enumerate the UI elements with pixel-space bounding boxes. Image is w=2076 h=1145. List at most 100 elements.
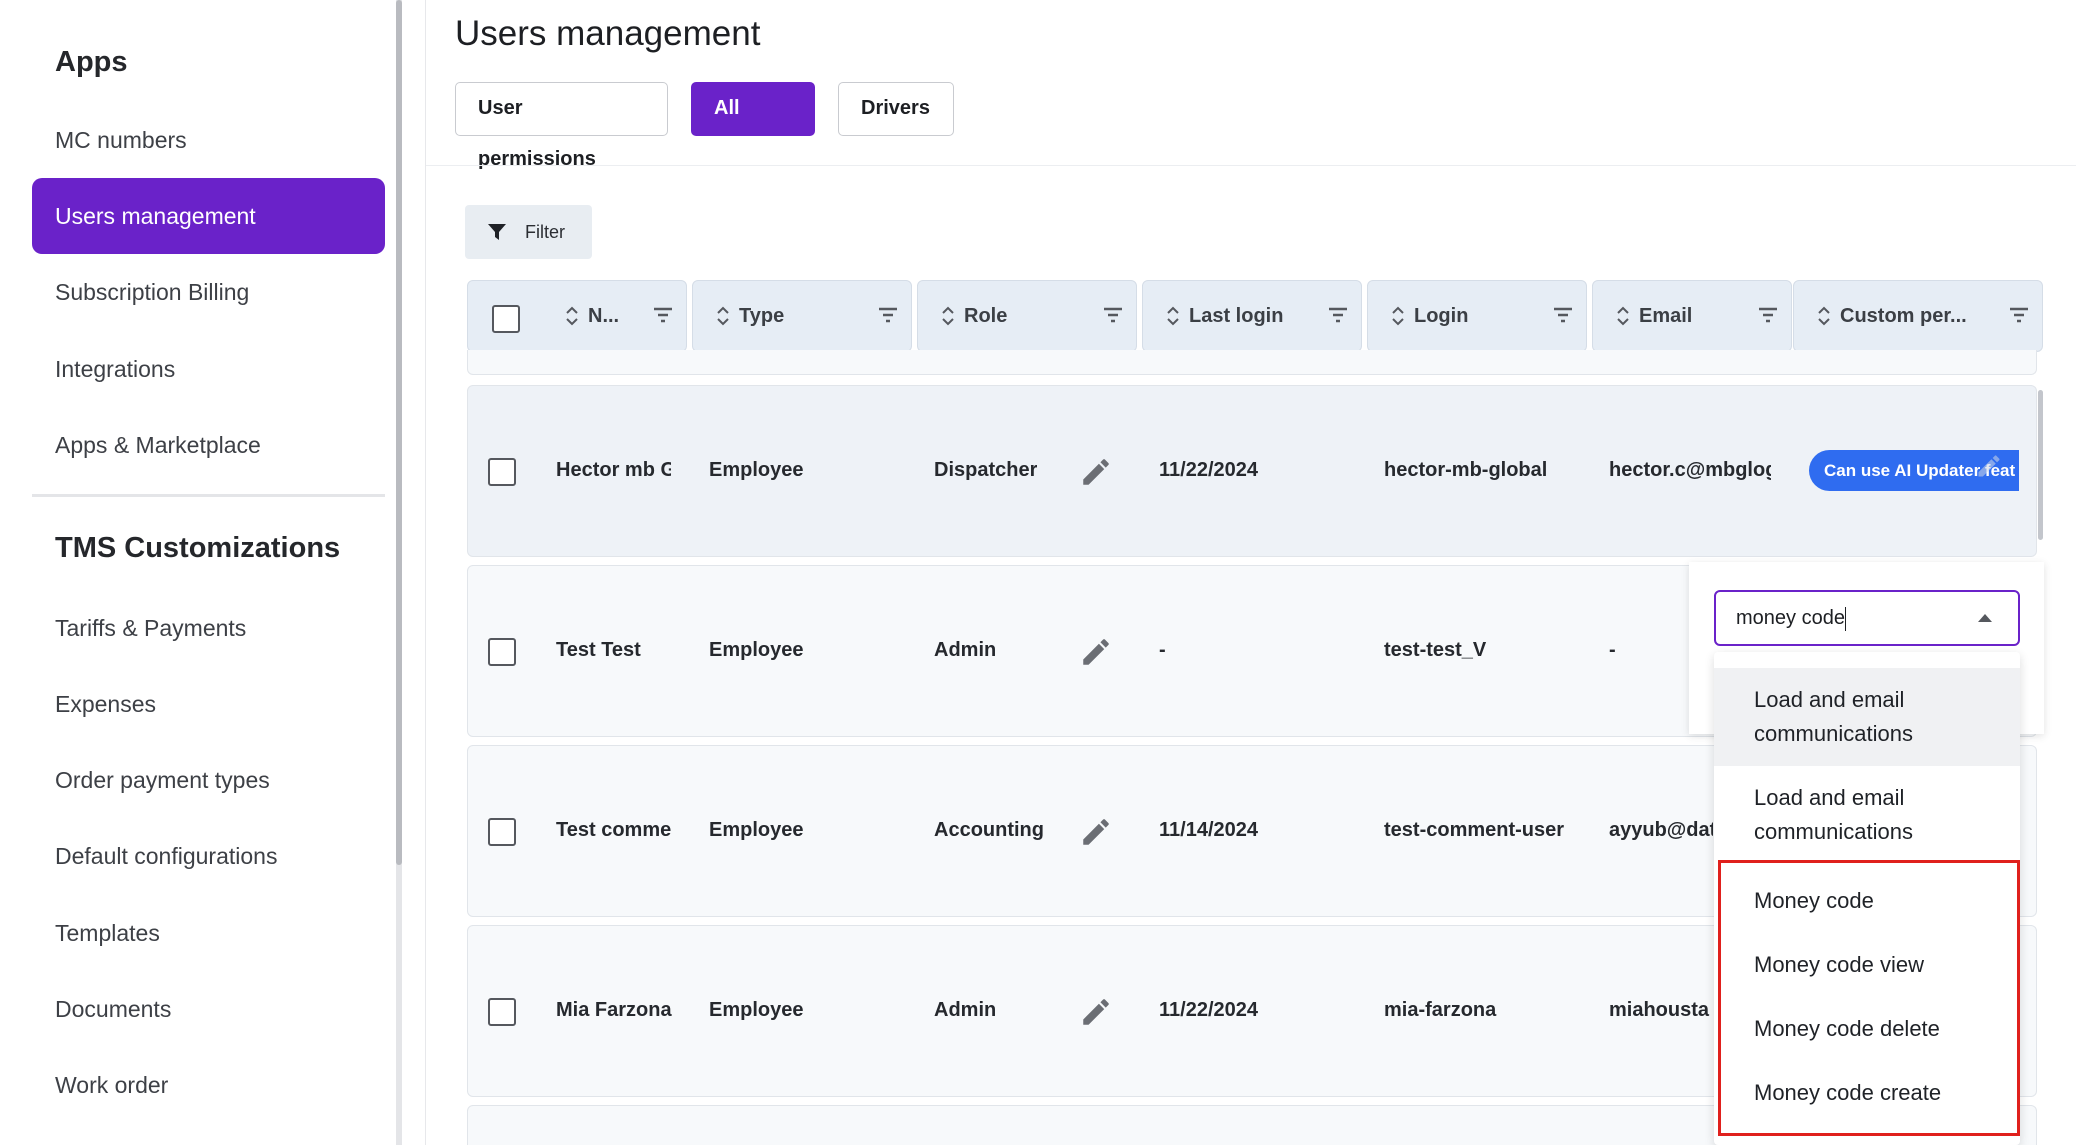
row-checkbox[interactable] (488, 458, 516, 486)
apps-heading: Apps (55, 46, 128, 78)
cell-role: Admin (934, 999, 997, 1021)
cell-role: Accounting (934, 819, 1044, 841)
sidebar-item-mc-numbers[interactable]: MC numbers (32, 102, 385, 178)
cell-type: Employee (709, 639, 804, 661)
cell-email: ayyub@dat (1609, 819, 1713, 841)
sidebar-item-subscription-billing[interactable]: Subscription Billing (32, 254, 385, 330)
cell-role: Admin (934, 639, 997, 661)
tms-customizations-heading: TMS Customizations (55, 532, 341, 564)
row-checkbox[interactable] (488, 638, 516, 666)
tab-all-users[interactable]: All users (691, 82, 815, 170)
column-header-role[interactable]: Role (917, 280, 1137, 352)
option-load-email-communications[interactable]: Load and email communications (1714, 766, 2020, 864)
funnel-icon (488, 224, 506, 240)
sidebar-item-expenses[interactable]: Expenses (32, 666, 385, 742)
sort-icon[interactable] (1165, 303, 1181, 329)
cell-email: - (1609, 639, 1616, 661)
filter-lines-icon[interactable] (1102, 305, 1124, 325)
edit-pencil-icon[interactable] (1079, 995, 1113, 1029)
edit-pencil-icon[interactable] (1975, 452, 2003, 480)
filter-lines-icon[interactable] (877, 305, 899, 325)
option-label: communications (1754, 721, 1913, 746)
sidebar-item-work-order[interactable]: Work order (32, 1047, 385, 1123)
sidebar-item-order-payment-types[interactable]: Order payment types (32, 742, 385, 818)
option-label: communications (1754, 819, 1913, 844)
edit-pencil-icon[interactable] (1079, 635, 1113, 669)
cell-last-login: 11/22/2024 (1159, 459, 1258, 481)
cell-last-login: 11/14/2024 (1159, 819, 1258, 841)
sort-icon[interactable] (940, 303, 956, 329)
sort-icon[interactable] (1615, 303, 1631, 329)
tab-user-permissions[interactable]: User permissions (455, 82, 668, 170)
cell-last-login: 11/22/2024 (1159, 999, 1258, 1021)
sidebar-item-apps-marketplace[interactable]: Apps & Marketplace (32, 407, 385, 483)
table-scrollbar[interactable] (2038, 390, 2043, 540)
cell-login: test-comment-user (1384, 819, 1565, 841)
column-header-name[interactable]: N... (467, 280, 687, 352)
cell-name: Hector mb G (556, 459, 671, 481)
sidebar-item-users-management[interactable]: Users management (32, 178, 385, 254)
filter-lines-icon[interactable] (1327, 305, 1349, 325)
sidebar-item-templates[interactable]: Templates (32, 895, 385, 971)
cell-role: Dispatcher (934, 459, 1038, 481)
column-header-label: Role (964, 305, 1008, 327)
row-checkbox[interactable] (488, 818, 516, 846)
column-header-label: N... (588, 305, 620, 327)
table-row-partial (467, 350, 2037, 375)
column-header-label: Last login (1189, 305, 1284, 327)
cell-name: Mia Farzona (556, 999, 672, 1021)
sort-icon[interactable] (1816, 303, 1832, 329)
page-title: Users management (455, 14, 761, 53)
option-label: Load and email (1754, 785, 1905, 810)
cell-name: Test comme (556, 819, 672, 841)
column-header-email[interactable]: Email (1592, 280, 1792, 352)
cell-type: Employee (709, 459, 804, 481)
column-header-type[interactable]: Type (692, 280, 912, 352)
column-header-label: Custom per... (1840, 305, 1967, 327)
filter-lines-icon[interactable] (2008, 305, 2030, 325)
filter-button[interactable]: Filter (465, 205, 592, 259)
sidebar-item-documents[interactable]: Documents (32, 971, 385, 1047)
sidebar-item-integrations[interactable]: Integrations (32, 331, 385, 407)
sidebar-scrollbar-thumb[interactable] (396, 0, 402, 865)
edit-pencil-icon[interactable] (1079, 455, 1113, 489)
sidebar-item-tariffs-payments[interactable]: Tariffs & Payments (32, 590, 385, 666)
column-header-label: Login (1414, 305, 1469, 327)
column-header-custom-permissions[interactable]: Custom per... (1793, 280, 2043, 352)
column-header-label: Type (739, 305, 785, 327)
option-load-email-communications[interactable]: Load and email communications (1714, 668, 2020, 766)
annotation-highlight-box (1718, 860, 2020, 1136)
sidebar-border (425, 0, 426, 1145)
sidebar: Apps MC numbers Users management Subscri… (0, 0, 410, 1145)
sort-icon[interactable] (1390, 303, 1406, 329)
sidebar-item-default-configurations[interactable]: Default configurations (32, 818, 385, 894)
cell-email: miahousta (1609, 999, 1710, 1021)
column-header-last-login[interactable]: Last login (1142, 280, 1362, 352)
column-header-login[interactable]: Login (1367, 280, 1587, 352)
option-label: Load and email (1754, 687, 1905, 712)
sort-icon[interactable] (564, 303, 580, 329)
filter-button-label: Filter (525, 222, 565, 242)
filter-lines-icon[interactable] (1757, 305, 1779, 325)
filter-lines-icon[interactable] (1552, 305, 1574, 325)
edit-pencil-icon[interactable] (1079, 815, 1113, 849)
permission-search-value: money code (1736, 607, 1845, 629)
column-header-label: Email (1639, 305, 1693, 327)
cell-email: hector.c@mbglog (1609, 459, 1771, 481)
tab-drivers[interactable]: Drivers (838, 82, 954, 136)
permission-search-input[interactable]: money code (1714, 590, 2020, 646)
cell-type: Employee (709, 819, 804, 841)
caret-up-icon[interactable] (1978, 614, 1992, 622)
text-cursor (1844, 606, 1847, 631)
cell-name: Test Test (556, 639, 641, 661)
cell-login: test-test_V (1384, 639, 1487, 661)
sort-icon[interactable] (715, 303, 731, 329)
cell-login: hector-mb-global (1384, 459, 1548, 481)
header-divider (426, 165, 2076, 166)
filter-lines-icon[interactable] (652, 305, 674, 325)
cell-login: mia-farzona (1384, 999, 1497, 1021)
cell-type: Employee (709, 999, 804, 1021)
select-all-checkbox[interactable] (492, 305, 520, 333)
row-checkbox[interactable] (488, 998, 516, 1026)
sidebar-divider (32, 494, 385, 497)
